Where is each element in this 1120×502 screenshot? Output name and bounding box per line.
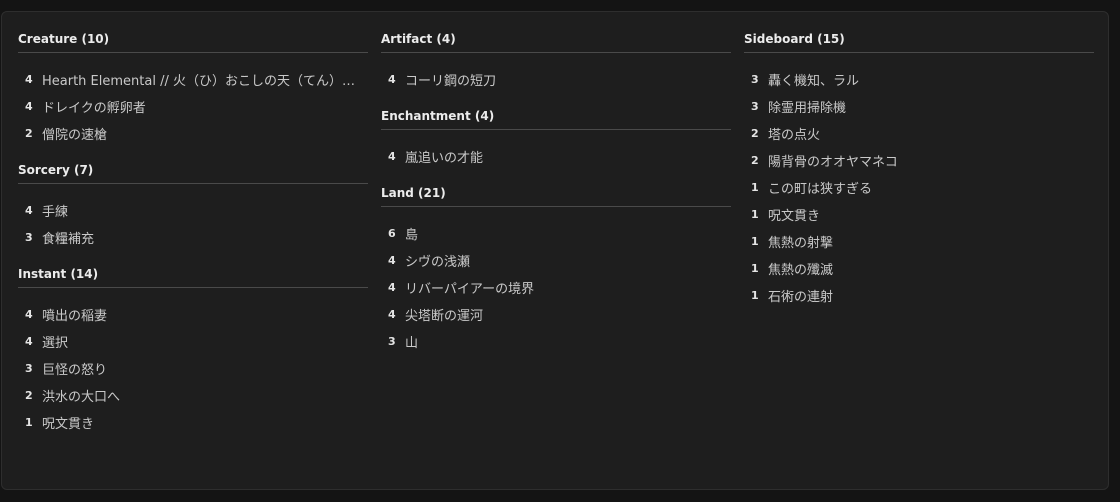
card-row[interactable]: 4 リバーパイアーの境界 <box>381 274 731 301</box>
card-name[interactable]: ドレイクの孵卵者 <box>42 97 146 116</box>
card-row[interactable]: 3 除霊用掃除機 <box>744 93 1094 120</box>
card-name[interactable]: 僧院の速槍 <box>42 124 107 143</box>
card-row[interactable]: 1 呪文貫き <box>18 409 368 436</box>
card-name[interactable]: 呪文貫き <box>42 413 94 432</box>
section-enchantment: Enchantment (4) 4 嵐追いの才能 <box>381 107 731 170</box>
card-quantity: 4 <box>388 308 396 321</box>
card-quantity: 2 <box>751 154 759 167</box>
decklist-panel: Creature (10) 4 Hearth Elemental // 火（ひ）… <box>1 11 1109 490</box>
card-name[interactable]: 尖塔断の運河 <box>405 305 483 324</box>
card-quantity: 6 <box>388 227 396 240</box>
card-row[interactable]: 3 轟く機知、ラル <box>744 66 1094 93</box>
card-quantity: 2 <box>751 127 759 140</box>
card-row[interactable]: 1 呪文貫き <box>744 201 1094 228</box>
section-header-instant: Instant (14) <box>18 265 368 288</box>
card-row[interactable]: 4 選択 <box>18 328 368 355</box>
card-name[interactable]: 噴出の稲妻 <box>42 305 107 324</box>
card-row[interactable]: 2 塔の点火 <box>744 120 1094 147</box>
card-row[interactable]: 3 山 <box>381 328 731 355</box>
card-row[interactable]: 4 Hearth Elemental // 火（ひ）おこしの天（てん）使（し） <box>18 66 368 93</box>
card-row[interactable]: 1 石術の連射 <box>744 282 1094 309</box>
card-row[interactable]: 4 嵐追いの才能 <box>381 143 731 170</box>
card-name[interactable]: 嵐追いの才能 <box>405 147 483 166</box>
card-row[interactable]: 2 陽背骨のオオヤマネコ <box>744 147 1094 174</box>
card-name[interactable]: 山 <box>405 332 418 351</box>
card-row[interactable]: 1 この町は狭すぎる <box>744 174 1094 201</box>
card-name[interactable]: シヴの浅瀬 <box>405 251 470 270</box>
card-row[interactable]: 4 尖塔断の運河 <box>381 301 731 328</box>
card-quantity: 4 <box>25 308 33 321</box>
card-quantity: 3 <box>25 231 33 244</box>
card-row[interactable]: 4 コーリ鋼の短刀 <box>381 66 731 93</box>
card-quantity: 3 <box>388 335 396 348</box>
card-row[interactable]: 4 ドレイクの孵卵者 <box>18 93 368 120</box>
card-quantity: 4 <box>388 73 396 86</box>
card-name[interactable]: 手練 <box>42 201 68 220</box>
card-row[interactable]: 1 焦熱の殲滅 <box>744 255 1094 282</box>
section-sorcery: Sorcery (7) 4 手練 3 食糧補充 <box>18 161 368 251</box>
card-name[interactable]: 除霊用掃除機 <box>768 97 846 116</box>
card-name[interactable]: Hearth Elemental // 火（ひ）おこしの天（てん）使（し） <box>42 70 360 89</box>
decklist-column-3: Sideboard (15) 3 轟く機知、ラル 3 除霊用掃除機 2 塔の点火… <box>744 30 1094 323</box>
card-quantity: 1 <box>25 416 33 429</box>
card-row[interactable]: 3 食糧補充 <box>18 224 368 251</box>
card-quantity: 2 <box>25 389 33 402</box>
card-quantity: 1 <box>751 262 759 275</box>
card-name[interactable]: コーリ鋼の短刀 <box>405 70 496 89</box>
card-quantity: 4 <box>25 100 33 113</box>
card-name[interactable]: 焦熱の射撃 <box>768 232 833 251</box>
card-name[interactable]: 轟く機知、ラル <box>768 70 859 89</box>
section-land: Land (21) 6 島 4 シヴの浅瀬 4 リバーパイアーの境界 4 尖塔断… <box>381 184 731 355</box>
card-quantity: 3 <box>751 100 759 113</box>
card-name[interactable]: 呪文貫き <box>768 205 820 224</box>
card-row[interactable]: 3 巨怪の怒り <box>18 355 368 382</box>
card-name[interactable]: 洪水の大口へ <box>42 386 120 405</box>
card-row[interactable]: 4 手練 <box>18 197 368 224</box>
card-name[interactable]: リバーパイアーの境界 <box>405 278 534 297</box>
card-quantity: 1 <box>751 208 759 221</box>
card-name[interactable]: 島 <box>405 224 418 243</box>
card-quantity: 1 <box>751 181 759 194</box>
section-header-land: Land (21) <box>381 184 731 207</box>
card-row[interactable]: 2 洪水の大口へ <box>18 382 368 409</box>
section-header-sorcery: Sorcery (7) <box>18 161 368 184</box>
card-quantity: 1 <box>751 235 759 248</box>
section-artifact: Artifact (4) 4 コーリ鋼の短刀 <box>381 30 731 93</box>
card-name[interactable]: 食糧補充 <box>42 228 94 247</box>
card-quantity: 4 <box>25 73 33 86</box>
card-name[interactable]: 陽背骨のオオヤマネコ <box>768 151 898 170</box>
section-header-sideboard: Sideboard (15) <box>744 30 1094 53</box>
card-row[interactable]: 4 シヴの浅瀬 <box>381 247 731 274</box>
section-header-creature: Creature (10) <box>18 30 368 53</box>
card-quantity: 4 <box>25 335 33 348</box>
card-quantity: 4 <box>388 150 396 163</box>
section-creature: Creature (10) 4 Hearth Elemental // 火（ひ）… <box>18 30 368 147</box>
card-quantity: 4 <box>388 281 396 294</box>
card-row[interactable]: 1 焦熱の射撃 <box>744 228 1094 255</box>
card-row[interactable]: 6 島 <box>381 220 731 247</box>
card-row[interactable]: 2 僧院の速槍 <box>18 120 368 147</box>
section-header-enchantment: Enchantment (4) <box>381 107 731 130</box>
card-quantity: 4 <box>388 254 396 267</box>
card-row[interactable]: 4 噴出の稲妻 <box>18 301 368 328</box>
card-quantity: 1 <box>751 289 759 302</box>
card-quantity: 2 <box>25 127 33 140</box>
card-name[interactable]: 巨怪の怒り <box>42 359 107 378</box>
card-name[interactable]: 焦熱の殲滅 <box>768 259 833 278</box>
card-name[interactable]: 選択 <box>42 332 68 351</box>
card-name[interactable]: この町は狭すぎる <box>768 178 872 197</box>
section-instant: Instant (14) 4 噴出の稲妻 4 選択 3 巨怪の怒り 2 洪水の大… <box>18 265 368 436</box>
card-quantity: 3 <box>751 73 759 86</box>
card-name[interactable]: 石術の連射 <box>768 286 833 305</box>
section-header-artifact: Artifact (4) <box>381 30 731 53</box>
decklist-column-1: Creature (10) 4 Hearth Elemental // 火（ひ）… <box>18 30 368 450</box>
decklist-column-2: Artifact (4) 4 コーリ鋼の短刀 Enchantment (4) 4… <box>381 30 731 369</box>
card-quantity: 4 <box>25 204 33 217</box>
card-quantity: 3 <box>25 362 33 375</box>
section-sideboard: Sideboard (15) 3 轟く機知、ラル 3 除霊用掃除機 2 塔の点火… <box>744 30 1094 309</box>
card-name[interactable]: 塔の点火 <box>768 124 820 143</box>
